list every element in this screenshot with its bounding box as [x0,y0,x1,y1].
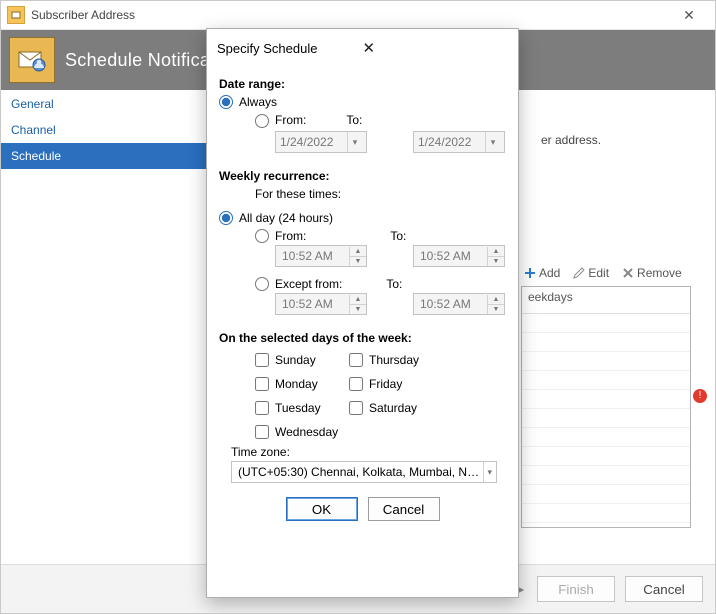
sidebar: General Channel Schedule [1,91,211,169]
sunday-checkbox[interactable] [255,353,269,367]
weekly-heading: Weekly recurrence: [219,169,506,183]
dialog-title: Specify Schedule [217,41,359,56]
app-icon [7,6,25,24]
table-row[interactable] [522,314,690,333]
friday-checkbox[interactable] [349,377,363,391]
always-label: Always [239,95,277,109]
window-title: Subscriber Address [31,8,669,22]
chevron-down-icon[interactable]: ▾ [485,132,500,152]
spin-down-icon: ▼ [350,305,366,314]
dialog-cancel-button[interactable]: Cancel [368,497,440,521]
tuesday-checkbox[interactable] [255,401,269,415]
except-label: Except from: [275,277,342,291]
spin-up-icon: ▲ [488,247,504,257]
grid-header-fragment: eekdays [522,287,690,314]
table-row[interactable] [522,333,690,352]
always-radio[interactable] [219,95,233,109]
hint-text-fragment: er address. [541,133,601,147]
timezone-select[interactable]: (UTC+05:30) Chennai, Kolkata, Mumbai, Ne… [231,461,497,483]
plus-icon [523,266,537,280]
spin-up-icon: ▲ [488,295,504,305]
title-bar: Subscriber Address ✕ [1,1,715,30]
daterange-from-radio[interactable] [255,114,269,128]
days-grid: Sunday Thursday Monday Friday Tuesday Sa… [255,353,506,439]
cancel-button[interactable]: Cancel [625,576,703,602]
pencil-icon [572,266,586,280]
chevron-down-icon[interactable]: ▾ [347,132,362,152]
allday-radio[interactable] [219,211,233,225]
table-row[interactable] [522,409,690,428]
table-row[interactable] [522,428,690,447]
schedule-grid[interactable]: eekdays [521,286,691,528]
monday-checkbox[interactable] [255,377,269,391]
table-row[interactable] [522,447,690,466]
table-row[interactable] [522,371,690,390]
sidebar-item-general[interactable]: General [1,91,211,117]
dialog-title-bar: Specify Schedule ✕ [207,29,518,63]
remove-button[interactable]: Remove [619,264,684,282]
envelope-icon [9,37,55,83]
date-from-picker[interactable]: 1/24/2022 ▾ [275,131,367,153]
date-to-picker[interactable]: 1/24/2022 ▾ [413,131,505,153]
except-to-label: To: [386,277,402,291]
timezone-label: Time zone: [231,445,506,459]
table-row[interactable] [522,390,690,409]
edit-button[interactable]: Edit [570,264,611,282]
time-from-radio[interactable] [255,229,269,243]
parent-window: Subscriber Address ✕ Schedule Notificati… [0,0,716,614]
time-to-spinner[interactable]: 10:52 AM ▲▼ [413,245,505,267]
x-icon [621,266,635,280]
finish-button[interactable]: Finish [537,576,615,602]
time-to-label: To: [390,229,406,243]
specify-schedule-dialog: Specify Schedule ✕ Date range: Always Fr… [206,28,519,598]
table-row[interactable] [522,352,690,371]
except-to-spinner[interactable]: 10:52 AM ▲▼ [413,293,505,315]
table-row[interactable] [522,504,690,523]
days-heading: On the selected days of the week: [219,331,506,345]
time-from-spinner[interactable]: 10:52 AM ▲▼ [275,245,367,267]
date-range-heading: Date range: [219,77,506,91]
to-label: To: [346,113,362,127]
saturday-checkbox[interactable] [349,401,363,415]
except-from-spinner[interactable]: 10:52 AM ▲▼ [275,293,367,315]
thursday-checkbox[interactable] [349,353,363,367]
dialog-footer: OK Cancel [219,497,506,521]
wizard-title: Schedule Notificati [65,50,220,71]
except-radio[interactable] [255,277,269,291]
spin-up-icon: ▲ [350,247,366,257]
sidebar-item-channel[interactable]: Channel [1,117,211,143]
sidebar-item-schedule[interactable]: Schedule [1,143,211,169]
spin-up-icon: ▲ [350,295,366,305]
spin-down-icon: ▼ [488,257,504,266]
from-label: From: [275,113,306,127]
table-row[interactable] [522,485,690,504]
time-from-label: From: [275,229,306,243]
ok-button[interactable]: OK [286,497,358,521]
spin-down-icon: ▼ [488,305,504,314]
chevron-down-icon[interactable]: ▾ [483,462,496,482]
spin-down-icon: ▼ [350,257,366,266]
weekly-sub: For these times: [255,187,506,201]
add-button[interactable]: Add [521,264,562,282]
wednesday-checkbox[interactable] [255,425,269,439]
error-indicator-icon[interactable]: ! [693,389,707,403]
schedule-toolbar: Add Edit Remove [521,264,684,282]
table-row[interactable] [522,466,690,485]
dialog-close-button[interactable]: ✕ [359,39,509,57]
allday-label: All day (24 hours) [239,211,333,225]
close-button[interactable]: ✕ [669,1,709,29]
